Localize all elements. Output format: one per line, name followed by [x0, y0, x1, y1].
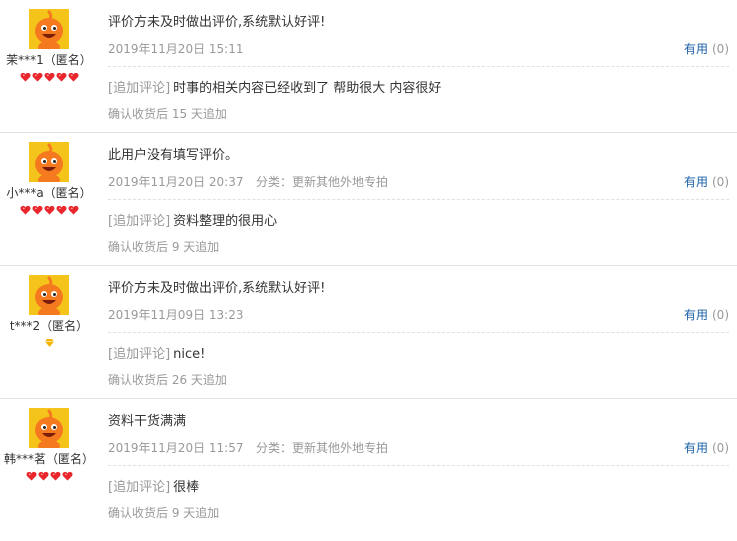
useful-count: (0) [712, 308, 729, 322]
review-category: 分类：更新其他外地专拍 [256, 175, 389, 189]
heart-icon [44, 71, 55, 83]
heart-icon [38, 470, 49, 482]
review-content: 评价方未及时做出评价,系统默认好评! [108, 281, 326, 296]
append-tag: [追加评论] [108, 480, 171, 495]
heart-icon [68, 71, 79, 83]
review-item: 韩***茗（匿名） 资料干货满满 2019年11月20日 11:57 分类：更新… [0, 399, 737, 539]
useful-count: (0) [712, 42, 729, 56]
heart-icon [44, 204, 55, 216]
heart-icon [56, 71, 67, 83]
append-tag: [追加评论] [108, 214, 171, 229]
useful-button[interactable]: 有用 (0) [684, 173, 729, 190]
avatar[interactable] [29, 408, 69, 448]
reviewer-name: t***2（匿名） [9, 319, 89, 333]
append-text: 资料整理的很用心 [173, 214, 278, 229]
avatar[interactable] [29, 9, 69, 49]
avatar[interactable] [29, 142, 69, 182]
mascot-icon [29, 275, 69, 315]
review-item: t***2（匿名） 评价方未及时做出评价,系统默认好评! 2019年11月09日… [0, 266, 737, 399]
mascot-icon [29, 9, 69, 49]
append-after: 确认收货后 9 天追加 [108, 240, 220, 254]
reviewer-info: 小***a（匿名） [0, 142, 98, 216]
divider [108, 66, 729, 67]
review-meta: 2019年11月20日 11:57 分类：更新其他外地专拍 [108, 439, 729, 459]
divider [108, 199, 729, 200]
append-after: 确认收货后 26 天追加 [108, 373, 227, 387]
reviewer-name: 茉***1（匿名） [6, 53, 92, 67]
heart-icon [56, 204, 67, 216]
useful-count: (0) [712, 441, 729, 455]
review-item: 茉***1（匿名） 评价方未及时做出评价,系统默认好评! 2019年11月20日… [0, 0, 737, 133]
heart-icon [32, 71, 43, 83]
reviewer-info: t***2（匿名） [0, 275, 98, 349]
useful-label[interactable]: 有用 [684, 441, 708, 455]
heart-icon [32, 204, 43, 216]
append-tag: [追加评论] [108, 347, 171, 362]
divider [108, 332, 729, 333]
append-review: [追加评论] 资料整理的很用心 [108, 210, 277, 229]
append-tag: [追加评论] [108, 81, 171, 96]
review-item: 小***a（匿名） 此用户没有填写评价。 2019年11月20日 20:37 分… [0, 133, 737, 266]
review-content: 资料干货满满 [108, 414, 187, 429]
useful-button[interactable]: 有用 (0) [684, 439, 729, 456]
append-text: nice! [173, 347, 206, 362]
mascot-icon [29, 142, 69, 182]
review-list: 茉***1（匿名） 评价方未及时做出评价,系统默认好评! 2019年11月20日… [0, 0, 737, 539]
review-date: 2019年11月20日 11:57 [108, 441, 244, 455]
append-review: [追加评论] 时事的相关内容已经收到了 帮助很大 内容很好 [108, 77, 441, 96]
review-meta: 2019年11月20日 20:37 分类：更新其他外地专拍 [108, 173, 729, 193]
heart-icon [50, 470, 61, 482]
review-meta: 2019年11月09日 13:23 [108, 306, 729, 326]
append-text: 时事的相关内容已经收到了 帮助很大 内容很好 [173, 81, 442, 96]
review-date: 2019年11月20日 15:11 [108, 42, 244, 56]
review-content: 评价方未及时做出评价,系统默认好评! [108, 15, 326, 30]
append-review: [追加评论] 很棒 [108, 476, 199, 495]
review-category: 分类：更新其他外地专拍 [256, 441, 389, 455]
divider [108, 465, 729, 466]
reviewer-name: 韩***茗（匿名） [3, 452, 94, 466]
review-meta: 2019年11月20日 15:11 [108, 40, 729, 60]
useful-label[interactable]: 有用 [684, 308, 708, 322]
mascot-icon [29, 408, 69, 448]
heart-icon [20, 71, 31, 83]
review-date: 2019年11月20日 20:37 [108, 175, 244, 189]
useful-button[interactable]: 有用 (0) [684, 40, 729, 57]
append-review: [追加评论] nice! [108, 343, 205, 362]
useful-label[interactable]: 有用 [684, 42, 708, 56]
credit-badges [0, 204, 98, 216]
reviewer-name: 小***a（匿名） [6, 186, 92, 200]
useful-count: (0) [712, 175, 729, 189]
reviewer-info: 茉***1（匿名） [0, 9, 98, 83]
useful-label[interactable]: 有用 [684, 175, 708, 189]
heart-icon [68, 204, 79, 216]
useful-button[interactable]: 有用 (0) [684, 306, 729, 323]
heart-icon [62, 470, 73, 482]
review-content: 此用户没有填写评价。 [108, 148, 239, 163]
append-after: 确认收货后 15 天追加 [108, 107, 227, 121]
credit-badges [0, 337, 98, 349]
heart-icon [26, 470, 37, 482]
credit-badges [0, 71, 98, 83]
heart-icon [20, 204, 31, 216]
credit-badges [0, 470, 98, 482]
avatar[interactable] [29, 275, 69, 315]
append-after: 确认收货后 9 天追加 [108, 506, 220, 520]
diamond-icon [44, 337, 55, 349]
append-text: 很棒 [173, 480, 200, 495]
reviewer-info: 韩***茗（匿名） [0, 408, 98, 482]
review-date: 2019年11月09日 13:23 [108, 308, 244, 322]
